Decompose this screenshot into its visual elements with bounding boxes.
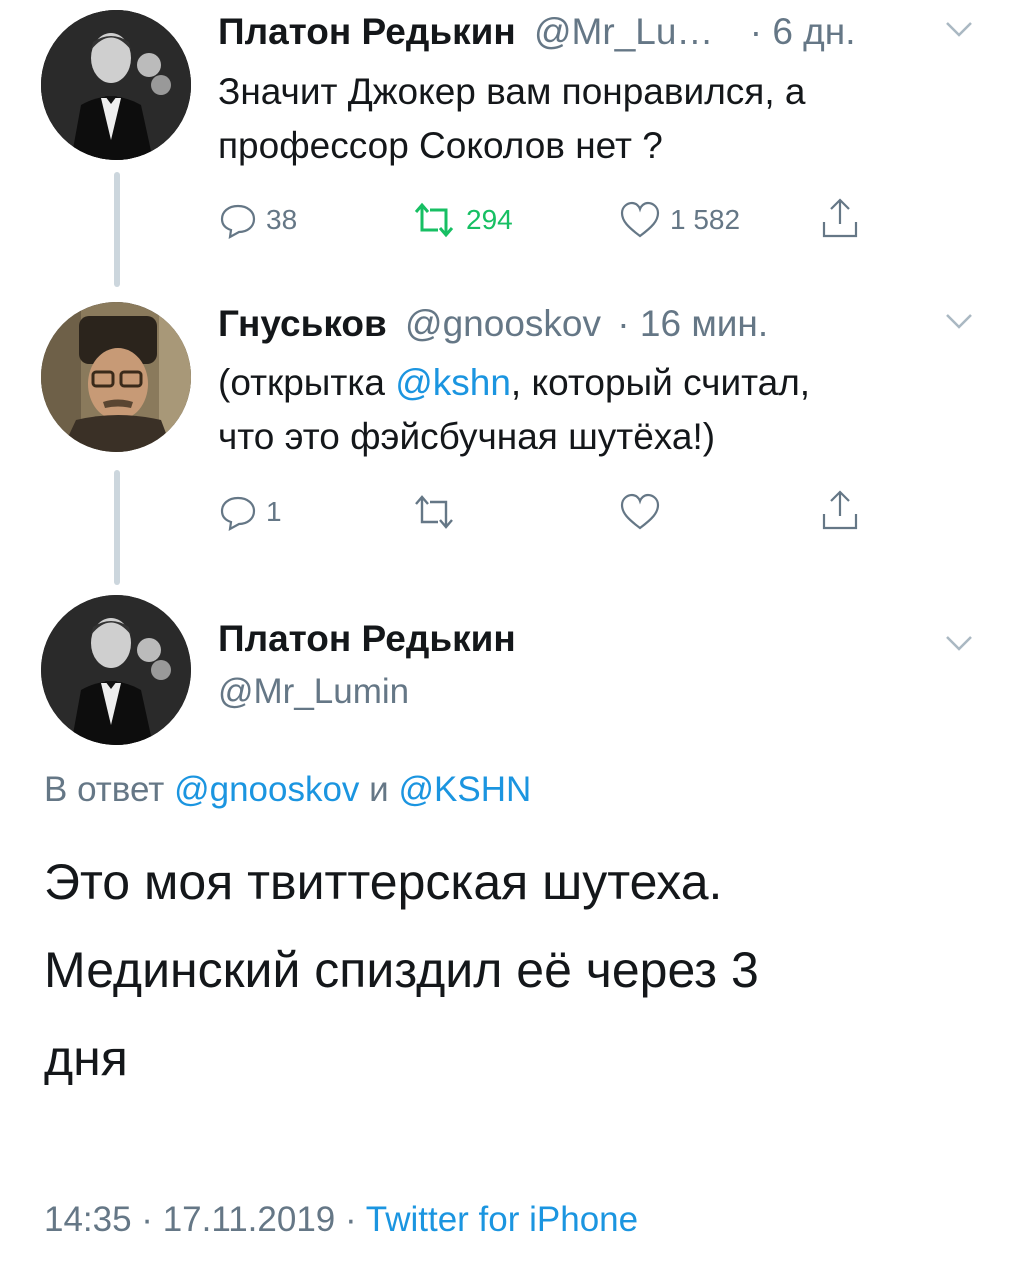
author-handle[interactable]: @Mr_Lumin xyxy=(218,672,409,712)
mention-link[interactable]: @gnooskov xyxy=(174,770,359,809)
tweet-text: Значит Джокер вам понравился, а профессо… xyxy=(218,65,978,173)
tweet-text: (открытка @kshn, который считал, что это… xyxy=(218,356,988,464)
reply-icon xyxy=(220,204,256,240)
avatar[interactable] xyxy=(41,595,191,745)
author-name[interactable]: Платон Редькин xyxy=(218,618,516,660)
tweet-text-line: (открытка @kshn, который считал, xyxy=(218,356,988,410)
tweet-text-line: Значит Джокер вам понравился, а xyxy=(218,71,806,112)
chevron-down-icon[interactable] xyxy=(944,634,974,657)
author-handle[interactable]: @Mr_Lu… xyxy=(534,11,713,52)
tweet-header: Гнуськов @gnooskov · 16 мин. xyxy=(218,302,768,346)
reply-prefix: В ответ xyxy=(44,770,165,809)
tweet-time[interactable]: · 6 дн. xyxy=(750,11,856,52)
share-icon xyxy=(822,198,858,238)
like-count: 1 582 xyxy=(670,204,741,235)
tweet-header: Платон Редькин @Mr_Lu… · 6 дн. xyxy=(218,10,855,54)
share-button[interactable] xyxy=(818,490,862,530)
like-icon xyxy=(620,201,660,238)
mention-link[interactable]: @kshn xyxy=(395,362,511,403)
like-button[interactable] xyxy=(618,492,662,532)
tweet-timestamp: 14:35 · 17.11.2019 · Twitter for iPhone xyxy=(44,1200,638,1240)
tweet-text-line: дня xyxy=(44,1030,128,1086)
retweet-button[interactable]: 294 xyxy=(410,200,513,240)
author-name[interactable]: Гнуськов xyxy=(218,303,387,344)
author-name[interactable]: Платон Редькин xyxy=(218,11,516,52)
tweet-text-line: профессор Соколов нет ? xyxy=(218,125,663,166)
mention-link[interactable]: @KSHN xyxy=(398,770,531,809)
reply-count: 1 xyxy=(266,496,282,527)
tweet-text-line: Мединский спиздил её через 3 xyxy=(44,942,759,998)
tweet-text-line: что это фэйсбучная шутёха!) xyxy=(218,416,716,457)
tweet-text: Это моя твиттерская шутеха. Мединский сп… xyxy=(44,838,984,1102)
tweet-time[interactable]: · 16 мин. xyxy=(617,303,768,344)
share-icon xyxy=(822,490,858,530)
like-button[interactable]: 1 582 xyxy=(618,200,740,240)
avatar[interactable] xyxy=(41,10,191,160)
avatar[interactable] xyxy=(41,302,191,452)
retweet-icon xyxy=(415,495,453,529)
chevron-down-icon[interactable] xyxy=(944,20,974,43)
source-link[interactable]: Twitter for iPhone xyxy=(366,1200,638,1239)
text-segment: , который считал, xyxy=(510,362,811,403)
thread-line xyxy=(114,172,120,287)
reply-and: и xyxy=(369,770,389,809)
tweet-text-line: Это моя твиттерская шутеха. xyxy=(44,854,723,910)
reply-button[interactable]: 38 xyxy=(218,200,297,240)
retweet-icon xyxy=(414,202,454,238)
chevron-down-icon[interactable] xyxy=(944,312,974,335)
reply-count: 38 xyxy=(266,204,298,235)
retweet-count: 294 xyxy=(466,204,513,235)
author-handle[interactable]: @gnooskov xyxy=(405,303,601,344)
reply-button[interactable]: 1 xyxy=(218,492,282,532)
like-icon xyxy=(620,493,660,530)
retweet-button[interactable] xyxy=(410,492,458,532)
share-button[interactable] xyxy=(818,198,862,238)
thread-line xyxy=(114,470,120,585)
reply-icon xyxy=(220,496,256,532)
timestamp-text[interactable]: 14:35 · 17.11.2019 · xyxy=(44,1200,357,1239)
text-segment: (открытка xyxy=(218,362,396,403)
reply-context: В ответ @gnooskov и @KSHN xyxy=(44,770,531,810)
